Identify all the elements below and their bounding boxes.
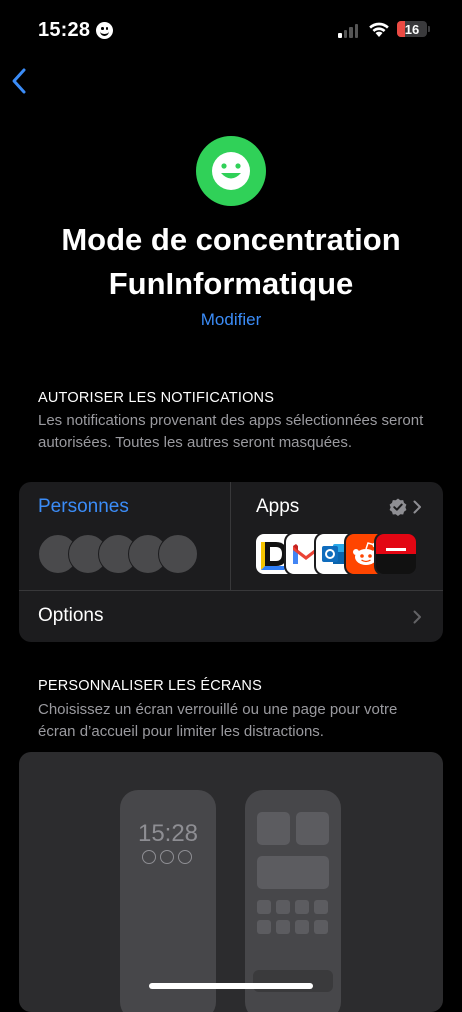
screens-preview-card: 15:28 (19, 752, 443, 1012)
customize-screens-heading: PERSONNALISER LES ÉCRANS (38, 678, 262, 694)
app-icons (254, 532, 424, 576)
app-tile (314, 920, 328, 934)
app-tile (295, 900, 309, 914)
app-tile (295, 920, 309, 934)
people-avatars (38, 534, 218, 574)
chevron-left-icon[interactable] (10, 67, 30, 95)
chevron-right-icon (413, 500, 421, 514)
bank-app-icon (374, 532, 418, 576)
app-tile (314, 900, 328, 914)
focus-status-icon (96, 22, 114, 39)
status-time-text: 15:28 (38, 19, 91, 41)
widget-tile (257, 856, 329, 889)
apps-label: Apps (256, 496, 300, 517)
lock-screen-preview[interactable]: 15:28 (120, 790, 216, 1012)
allow-notifications-card: Personnes Apps Options (19, 482, 443, 642)
allow-notifications-heading: AUTORISER LES NOTIFICATIONS (38, 390, 275, 406)
avatar (158, 534, 198, 574)
modify-button[interactable]: Modifier (0, 310, 462, 330)
focus-title-line2: FunInformatique (108, 266, 354, 301)
smiley-face-icon (212, 152, 250, 190)
widget-tile (296, 812, 329, 845)
people-label: Personnes (38, 496, 129, 517)
app-tile (276, 920, 290, 934)
home-screen-preview[interactable] (245, 790, 341, 1012)
customize-screens-description: Choisissez un écran verrouillé ou une pa… (38, 701, 398, 740)
status-time: 15:28 (38, 19, 114, 42)
allow-notifications-description: Les notifications provenant des apps sél… (38, 412, 424, 451)
battery-level: 16 (404, 21, 420, 37)
verified-badge-icon (389, 498, 407, 516)
focus-title: Mode de concentration FunInformatique (0, 218, 462, 306)
lock-screen-widgets (142, 850, 192, 864)
home-indicator[interactable] (149, 983, 313, 989)
app-tile (257, 900, 271, 914)
lock-screen-time: 15:28 (137, 820, 199, 847)
app-tile (276, 900, 290, 914)
chevron-right-icon (413, 610, 421, 624)
options-row[interactable]: Options (19, 591, 443, 642)
battery-icon: 16 (397, 21, 427, 37)
focus-title-line1: Mode de concentration (61, 222, 401, 257)
people-section[interactable]: Personnes (19, 482, 230, 590)
cellular-signal-icon (338, 24, 358, 38)
options-label: Options (38, 605, 104, 626)
battery-cap (428, 26, 430, 32)
app-tile (257, 920, 271, 934)
focus-mode-icon (196, 136, 266, 206)
widget-tile (257, 812, 290, 845)
apps-section[interactable]: Apps (231, 482, 443, 590)
wifi-icon (369, 22, 389, 37)
